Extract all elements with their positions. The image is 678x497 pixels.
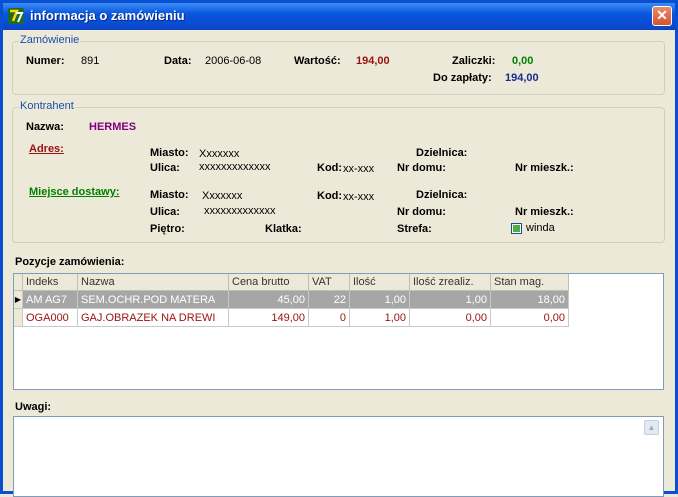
table-row[interactable]: ▶ AM AG7 SEM.OCHR.POD MATERA 45,00 22 1,…	[14, 290, 569, 309]
col-header-name[interactable]: Nazwa	[77, 274, 229, 291]
col-header-stock[interactable]: Stan mag.	[490, 274, 569, 291]
cell-vat: 0	[308, 308, 350, 327]
address-city-value: Xxxxxxx	[199, 148, 240, 160]
delivery-street-value: xxxxxxxxxxxxx	[204, 205, 276, 217]
address-street-label: Ulica:	[150, 162, 180, 174]
checkbox-fill	[513, 225, 520, 232]
close-button[interactable]: ✕	[652, 6, 672, 26]
elevator-checkbox[interactable]	[511, 223, 522, 234]
delivery-district-label: Dzielnica:	[416, 189, 468, 201]
notes-textarea[interactable]	[13, 416, 664, 497]
order-number-value: 891	[81, 55, 100, 67]
notes-label: Uwagi:	[15, 401, 52, 413]
order-number-label: Numer:	[26, 55, 65, 67]
address-house-label: Nr domu:	[397, 162, 446, 174]
order-group	[12, 41, 665, 95]
elevator-label: winda	[526, 222, 555, 234]
scroll-up-icon: ▲	[647, 423, 656, 432]
order-to-pay-value: 194,00	[505, 72, 539, 84]
delivery-staircase-label: Klatka:	[265, 223, 302, 235]
items-heading: Pozycje zamówienia:	[15, 256, 125, 268]
order-date-label: Data:	[164, 55, 192, 67]
address-district-label: Dzielnica:	[416, 147, 468, 159]
order-to-pay-label: Do zapłaty:	[433, 72, 492, 84]
cell-stock: 0,00	[490, 308, 569, 327]
cell-qty-done: 0,00	[409, 308, 491, 327]
address-street-value: xxxxxxxxxxxxx	[199, 161, 271, 173]
delivery-flat-label: Nr mieszk.:	[515, 206, 574, 218]
contractor-legend: Kontrahent	[19, 100, 75, 112]
col-header-index[interactable]: Indeks	[22, 274, 78, 291]
address-postcode-label: Kod:	[317, 162, 343, 174]
col-header-qty-done[interactable]: Ilość zrealiz.	[409, 274, 491, 291]
col-header-qty[interactable]: Ilość	[349, 274, 410, 291]
contractor-name-label: Nazwa:	[26, 121, 64, 133]
cell-qty: 1,00	[349, 308, 410, 327]
close-icon: ✕	[656, 7, 668, 23]
scroll-up-button[interactable]: ▲	[644, 420, 659, 435]
delivery-city-value: Xxxxxxx	[202, 190, 243, 202]
cell-stock: 18,00	[490, 290, 569, 309]
cell-name: SEM.OCHR.POD MATERA	[77, 290, 229, 309]
delivery-link[interactable]: Miejsce dostawy:	[29, 186, 119, 198]
order-advance-label: Zaliczki:	[452, 55, 496, 67]
cell-index: OGA000	[22, 308, 78, 327]
col-header-vat[interactable]: VAT	[308, 274, 350, 291]
cell-index: AM AG7	[22, 290, 78, 309]
cell-price: 149,00	[228, 308, 309, 327]
delivery-street-label: Ulica:	[150, 206, 180, 218]
order-advance-value: 0,00	[512, 55, 534, 67]
delivery-postcode-value: xx-xxx	[343, 191, 375, 203]
table-row[interactable]: OGA000 GAJ.OBRAZEK NA DREWI 149,00 0 1,0…	[14, 308, 569, 327]
order-legend: Zamówienie	[19, 34, 81, 46]
address-postcode-value: xx-xxx	[343, 163, 375, 175]
delivery-zone-label: Strefa:	[397, 223, 432, 235]
row-indicator-empty	[14, 308, 23, 327]
window-title: informacja o zamówieniu	[30, 8, 185, 23]
cell-qty: 1,00	[349, 290, 410, 309]
order-date-value: 2006-06-08	[205, 55, 262, 67]
address-city-label: Miasto:	[150, 147, 189, 159]
cell-vat: 22	[308, 290, 350, 309]
delivery-house-label: Nr domu:	[397, 206, 446, 218]
items-grid[interactable]: Indeks Nazwa Cena brutto VAT Ilość Ilość…	[13, 273, 664, 390]
row-indicator-icon: ▶	[14, 290, 23, 309]
address-flat-label: Nr mieszk.:	[515, 162, 574, 174]
address-link[interactable]: Adres:	[29, 143, 64, 155]
indicator-header	[14, 274, 23, 291]
delivery-floor-label: Piętro:	[150, 223, 185, 235]
cell-name: GAJ.OBRAZEK NA DREWI	[77, 308, 229, 327]
cell-qty-done: 1,00	[409, 290, 491, 309]
app-icon	[8, 8, 24, 24]
delivery-postcode-label: Kod:	[317, 190, 343, 202]
delivery-city-label: Miasto:	[150, 189, 189, 201]
order-value-value: 194,00	[356, 55, 390, 67]
order-info-window: informacja o zamówieniu ✕ Zamówienie Num…	[0, 0, 678, 497]
title-bar[interactable]: informacja o zamówieniu ✕	[3, 3, 675, 30]
cell-price: 45,00	[228, 290, 309, 309]
contractor-name-value: HERMES	[89, 121, 137, 133]
items-header-row: Indeks Nazwa Cena brutto VAT Ilość Ilość…	[14, 274, 569, 291]
col-header-price[interactable]: Cena brutto	[228, 274, 309, 291]
items-table: Indeks Nazwa Cena brutto VAT Ilość Ilość…	[14, 274, 569, 327]
order-value-label: Wartość:	[294, 55, 341, 67]
